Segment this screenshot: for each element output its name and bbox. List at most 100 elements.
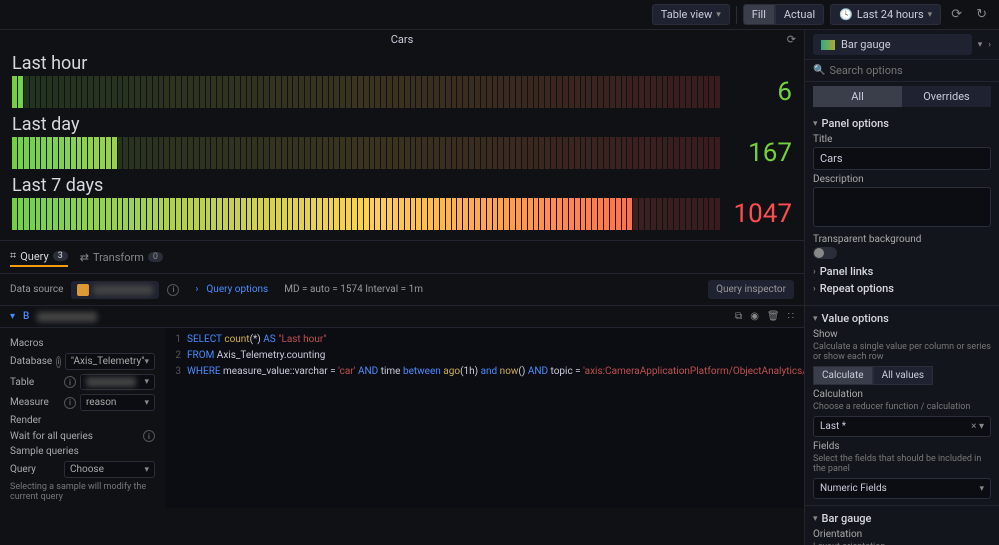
toggle-query-icon[interactable]: ◉ [750,311,759,322]
query-inspector-button[interactable]: Query inspector [708,280,794,299]
info-icon[interactable]: i [56,356,61,368]
query-name [37,312,97,322]
calculation-value: Last * [820,421,846,432]
gauge-row: Last 7 days1047 [12,175,792,230]
drag-query-icon[interactable]: ∷ [788,311,794,322]
measure-value: reason [86,397,116,408]
fields-select[interactable]: Numeric Fields▾ [813,478,991,499]
calculate-option[interactable]: Calculate [813,366,873,385]
visualization-picker[interactable]: Bar gauge [813,34,972,55]
value-options-header[interactable]: ▾Value options [813,312,991,325]
measure-label: Measure [10,397,60,408]
table-view-button[interactable]: Table view ▾ [652,4,730,25]
info-icon[interactable]: i [64,397,76,409]
bar-gauge-header[interactable]: ▾Bar gauge [813,512,991,525]
sample-heading: Sample queries [10,446,155,457]
table-label: Table [10,377,60,388]
repeat-options-header[interactable]: ›Repeat options [813,282,991,295]
panel-preview: Cars ⟳ Last hour 6 Last day 167 Last 7 days1… [0,30,804,240]
table-view-label: Table view [661,8,712,21]
data-source-label: Data source [10,284,63,295]
gauge-row: Last hour 6 [12,53,792,108]
fit-mode-group: Fill Actual [743,4,824,25]
show-desc: Calculate a single value per column or s… [813,342,991,362]
line-number: 2 [165,348,187,364]
delete-query-icon[interactable]: 🗑 [767,311,780,322]
macros-heading: Macros [10,338,155,349]
description-input[interactable] [813,187,991,227]
fields-value: Numeric Fields [820,483,887,494]
info-icon[interactable]: i [167,284,179,296]
choose-placeholder: Choose [70,464,104,475]
gauge-bar [12,198,720,230]
chevron-down-icon: ▾ [978,40,983,50]
database-select[interactable]: "Axis_Telemetry"▾ [65,353,155,370]
tab-overrides[interactable]: Overrides [902,86,991,107]
search-input[interactable] [829,64,991,77]
transparent-toggle[interactable] [813,247,837,259]
fields-label: Fields [813,441,991,452]
panel-options-header[interactable]: ▾Panel options [813,117,991,130]
fill-button[interactable]: Fill [743,4,775,25]
panel-links-header[interactable]: ›Panel links [813,265,991,278]
chevron-right-icon[interactable]: › [988,40,991,50]
time-range-picker[interactable]: 🕓 Last 24 hours ▾ [830,4,941,25]
transform-tab[interactable]: ⇄ Transform 0 [80,249,163,266]
gauge-label: Last day [12,114,792,135]
transform-icon: ⇄ [80,251,89,264]
info-icon[interactable]: i [64,376,76,388]
zoom-out-icon[interactable]: ⟳ [947,3,966,26]
sample-note: Selecting a sample will modify the curre… [10,482,155,502]
data-source-name [93,285,153,295]
line-number: 3 [165,364,187,380]
bar-gauge-icon [821,40,835,50]
separator [736,6,737,24]
calculation-label: Calculation [813,389,991,400]
panel-refresh-icon[interactable]: ⟳ [787,33,796,46]
all-values-option[interactable]: All values [873,366,934,385]
data-source-picker[interactable] [71,281,159,299]
panel-title-input[interactable] [813,147,991,170]
query-tab-label: Query [20,250,49,263]
chevron-down-icon: ▾ [716,10,721,20]
collapse-query-icon[interactable]: ▾ [10,311,15,322]
gauge-value: 167 [732,138,792,168]
gauge-label: Last hour [12,53,792,74]
show-label: Show [813,329,991,340]
orientation-label: Orientation [813,529,991,540]
gauge-label: Last 7 days [12,175,792,196]
refresh-icon[interactable]: ↻ [972,3,991,26]
description-label: Description [813,174,991,185]
database-value: "Axis_Telemetry" [71,356,145,367]
sql-editor[interactable]: 1SELECT count(*) AS "Last hour" 2FROM Ax… [165,328,804,508]
panel-title: Cars [391,33,414,46]
line-number: 1 [165,332,187,348]
query-count-badge: 3 [53,251,68,261]
visualization-name: Bar gauge [841,38,891,51]
sample-query-select[interactable]: Choose▾ [64,461,155,478]
gauge-row: Last day 167 [12,114,792,169]
render-heading: Render [10,415,155,426]
measure-select[interactable]: reason▾ [80,394,155,411]
info-icon[interactable]: i [143,430,155,442]
gauge-bar [12,137,720,169]
datasource-logo-icon [77,284,89,296]
table-select[interactable]: ▾ [80,374,155,390]
transparent-bg-label: Transparent background [813,234,991,245]
calculation-select[interactable]: Last *× ▾ [813,416,991,437]
query-options-link[interactable]: Query options [206,284,268,295]
time-range-label: Last 24 hours [857,8,924,21]
fields-desc: Select the fields that should be include… [813,454,991,474]
tab-all[interactable]: All [813,86,902,107]
actual-button[interactable]: Actual [775,4,824,25]
query-tab[interactable]: ⌗ Query 3 [10,247,68,267]
sample-query-label: Query [10,464,60,475]
title-field-label: Title [813,134,991,145]
query-options-meta: MD = auto = 1574 Interval = 1m [284,284,423,295]
duplicate-query-icon[interactable]: ⧉ [735,311,742,322]
gauge-value: 6 [732,77,792,107]
query-ref-id: B [23,311,29,322]
calculation-desc: Choose a reducer function / calculation [813,402,991,412]
wait-label: Wait for all queries [10,431,139,442]
query-icon: ⌗ [10,249,16,263]
